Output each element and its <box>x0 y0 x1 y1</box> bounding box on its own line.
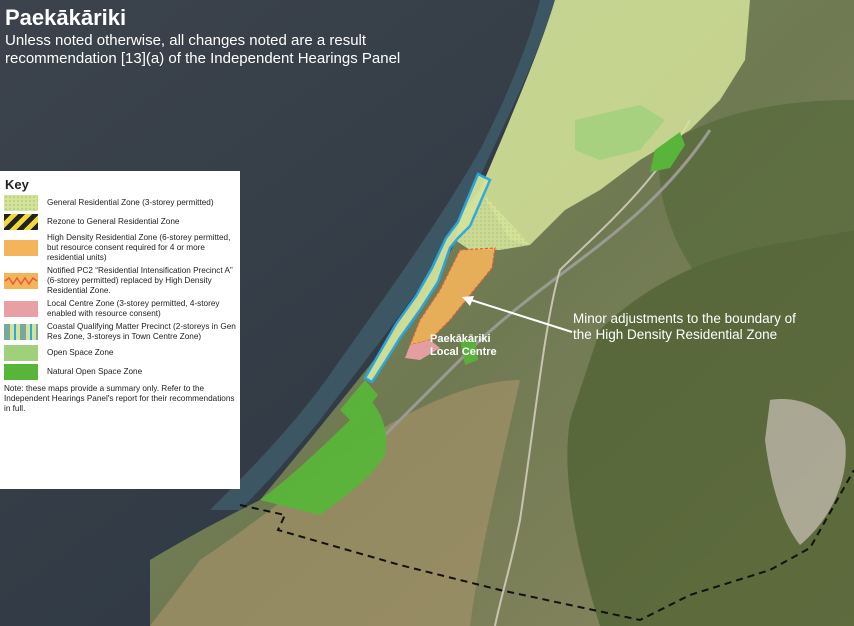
key-item-natural-open-space: Natural Open Space Zone <box>4 364 236 380</box>
general-residential-swatch <box>4 195 38 211</box>
key-item-notified-pc2: Notified PC2 “Residential Intensificatio… <box>4 266 236 296</box>
place-label-line1: Paekākāriki <box>430 333 491 345</box>
coastal-precinct-swatch <box>4 324 38 340</box>
notified-pc2-swatch <box>4 273 38 289</box>
high-density-swatch <box>4 240 38 256</box>
open-space-swatch <box>4 345 38 361</box>
key-item-local-centre: Local Centre Zone (3-storey permitted, 4… <box>4 299 236 319</box>
rezone-hatch-swatch <box>4 214 38 230</box>
local-centre-swatch <box>4 301 38 317</box>
map-key: Key General Residential Zone (3-storey p… <box>0 171 240 489</box>
key-item-open-space: Open Space Zone <box>4 345 236 361</box>
key-label: High Density Residential Zone (6-storey … <box>47 233 231 262</box>
key-note: Note: these maps provide a summary only.… <box>4 384 235 413</box>
natural-open-space-swatch <box>4 364 38 380</box>
key-label: Open Space Zone <box>47 348 114 357</box>
place-label: Paekākāriki Local Centre <box>430 333 497 359</box>
key-item-coastal-precinct: Coastal Qualifying Matter Precinct (2-st… <box>4 322 236 342</box>
key-label: Natural Open Space Zone <box>47 367 143 376</box>
key-label: Notified PC2 “Residential Intensificatio… <box>47 266 233 295</box>
key-label: Coastal Qualifying Matter Precinct (2-st… <box>47 322 236 341</box>
key-title: Key <box>5 177 29 192</box>
key-label: Local Centre Zone (3-storey permitted, 4… <box>47 299 220 318</box>
key-item-rezone: Rezone to General Residential Zone <box>4 214 236 230</box>
key-item-high-density: High Density Residential Zone (6-storey … <box>4 233 236 263</box>
key-label: Rezone to General Residential Zone <box>47 217 180 226</box>
place-label-line2: Local Centre <box>430 346 497 358</box>
boundary-annotation: Minor adjustments to the boundary of the… <box>573 311 796 342</box>
page-subtitle: Unless noted otherwise, all changes note… <box>5 32 401 67</box>
key-label: General Residential Zone (3-storey permi… <box>47 198 214 207</box>
page-title: Paekākāriki <box>5 5 127 30</box>
key-item-general-residential: General Residential Zone (3-storey permi… <box>4 195 236 211</box>
